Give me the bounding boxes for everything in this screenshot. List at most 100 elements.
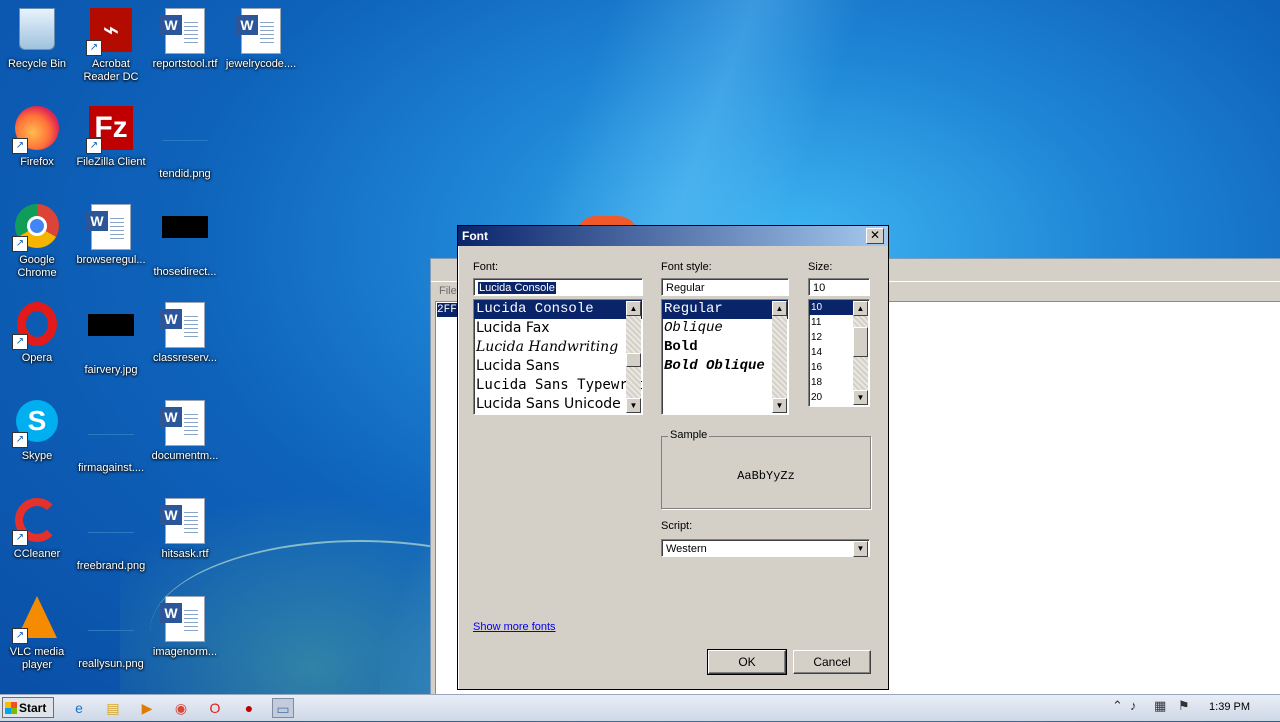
desktop-icon-skype[interactable]: S ↗ Skype [0, 400, 74, 463]
desktop-icon-vlc[interactable]: ↗ VLC media player [0, 596, 74, 672]
font-style-item[interactable]: Bold [662, 338, 788, 357]
word-document-icon: W [160, 498, 205, 544]
scroll-up-icon[interactable]: ▲ [853, 301, 868, 316]
word-document-icon: W [86, 204, 131, 250]
desktop-icon-fairvery[interactable]: fairvery.jpg [74, 302, 148, 377]
font-list[interactable]: Lucida Console Lucida Fax Lucida Handwri… [473, 299, 643, 415]
font-style-item[interactable]: Oblique [662, 319, 788, 338]
image-file-icon [88, 314, 134, 336]
font-style-label: Font style: [661, 261, 712, 273]
desktop-icon-documentm[interactable]: W documentm... [148, 400, 222, 463]
desktop-icon-imagenorm[interactable]: W imagenorm... [148, 596, 222, 659]
font-style-item[interactable]: Bold Oblique [662, 357, 788, 376]
desktop-icon-hitsask[interactable]: W hitsask.rtf [148, 498, 222, 561]
volume-icon[interactable]: ♪ [1130, 698, 1137, 713]
font-list-item[interactable]: Lucida Sans Unicode [474, 395, 642, 414]
font-style-list[interactable]: Regular Oblique Bold Bold Oblique ▲ ▼ [661, 299, 789, 415]
cancel-button[interactable]: Cancel [793, 650, 871, 674]
scroll-up-icon[interactable]: ▲ [626, 301, 641, 316]
font-style-item[interactable]: Regular [662, 300, 788, 319]
scrollbar-thumb[interactable] [626, 353, 641, 367]
font-list-item[interactable]: Lucida Handwriting [474, 338, 642, 357]
font-name-input[interactable]: Lucida Console [473, 278, 643, 296]
start-label: Start [19, 701, 47, 715]
font-list-item[interactable]: Lucida Fax [474, 319, 642, 338]
image-file-icon [88, 412, 134, 435]
desktop-icon-opera[interactable]: ↗ Opera [0, 302, 74, 365]
font-style-scrollbar[interactable]: ▲ ▼ [772, 301, 787, 413]
clock[interactable]: 1:39 PM [1209, 701, 1250, 713]
desktop-icon-filezilla[interactable]: Fz ↗ FileZilla Client [74, 106, 148, 169]
desktop-icon-reallysun[interactable]: reallysun.png [74, 596, 148, 671]
chevron-down-icon[interactable]: ▼ [853, 541, 868, 557]
media-player-icon[interactable]: ▶ [136, 698, 158, 718]
desktop-icon-label: FileZilla Client [76, 156, 146, 168]
desktop-icon-label: VLC media player [9, 646, 65, 671]
desktop-icon-ccleaner[interactable]: ↗ CCleaner [0, 498, 74, 561]
desktop-icon-firmagainst[interactable]: firmagainst.... [74, 400, 148, 475]
font-list-item[interactable]: Lucida Console [474, 300, 642, 319]
desktop-icon-acrobat[interactable]: ⌁ ↗ Acrobat Reader DC [74, 8, 148, 84]
desktop-icon-label: Recycle Bin [7, 58, 67, 70]
desktop-icon-browseregul[interactable]: W browseregul... [74, 204, 148, 267]
desktop-icon-chrome[interactable]: ↗ Google Chrome [0, 204, 74, 280]
image-file-icon [88, 608, 134, 631]
font-list-scrollbar[interactable]: ▲ ▼ [626, 301, 641, 413]
size-item[interactable]: 10 [809, 300, 853, 315]
script-select[interactable]: Western ▼ [661, 539, 870, 557]
close-button[interactable]: ✕ [866, 228, 884, 244]
font-name-value: Lucida Console [478, 282, 556, 294]
notepad-taskbar-icon[interactable]: ▭ [272, 698, 294, 718]
desktop-icon-thosedirect[interactable]: thosedirect... [148, 204, 222, 279]
desktop-icon-label: freebrand.png [76, 560, 146, 572]
ok-button[interactable]: OK [707, 649, 787, 675]
sample-text: AaBbYyZz [737, 469, 795, 483]
desktop-icon-jewelrycode[interactable]: W jewelrycode.... [224, 8, 298, 71]
scroll-down-icon[interactable]: ▼ [853, 390, 868, 405]
desktop-icon-label: Skype [21, 450, 53, 462]
size-label: Size: [808, 261, 833, 273]
desktop-icon-label: Firefox [20, 156, 54, 168]
network-icon[interactable]: ▦ [1154, 698, 1166, 714]
desktop-icon-label: fairvery.jpg [84, 364, 138, 376]
desktop-icon-classreserv[interactable]: W classreserv... [148, 302, 222, 365]
word-document-icon: W [160, 302, 205, 348]
size-list[interactable]: 10 11 12 14 16 18 20 ▲ ▼ [808, 299, 870, 407]
desktop-icon-label: classreserv... [153, 352, 217, 364]
shortcut-arrow-icon: ↗ [12, 236, 28, 252]
show-more-fonts-link[interactable]: Show more fonts [473, 621, 556, 633]
desktop-icon-tendid[interactable]: tendid.png [148, 106, 222, 181]
action-center-flag-icon[interactable]: ⚑ [1178, 698, 1190, 714]
font-style-input[interactable]: Regular [661, 278, 789, 296]
security-app-icon[interactable]: ● [238, 698, 260, 718]
scrollbar-thumb[interactable] [853, 327, 868, 357]
desktop-icon-recycle-bin[interactable]: Recycle Bin [0, 8, 74, 71]
font-dialog[interactable]: Font ✕ Font: Lucida Console Lucida Conso… [457, 225, 889, 690]
font-list-item[interactable]: Lucida Sans Typewriter [474, 376, 642, 395]
desktop-icon-label: Google Chrome [17, 254, 57, 279]
show-hidden-icons-icon[interactable]: ⌃ [1112, 698, 1123, 714]
internet-explorer-icon[interactable]: e [68, 698, 90, 718]
size-list-scrollbar[interactable]: ▲ ▼ [853, 301, 868, 405]
desktop-icon-label: reallysun.png [78, 658, 144, 670]
word-document-icon: W [160, 596, 205, 642]
chrome-taskbar-icon[interactable]: ◉ [170, 698, 192, 718]
scroll-down-icon[interactable]: ▼ [626, 398, 641, 413]
desktop-icon-label: tendid.png [159, 168, 211, 180]
desktop-icon-label: thosedirect... [153, 266, 217, 278]
opera-taskbar-icon[interactable]: O [204, 698, 226, 718]
desktop-icon-label: jewelrycode.... [225, 58, 297, 70]
desktop-icon-freebrand[interactable]: freebrand.png [74, 498, 148, 573]
font-list-item[interactable]: Lucida Sans [474, 357, 642, 376]
desktop-icon-label: Opera [21, 352, 53, 364]
scroll-up-icon[interactable]: ▲ [772, 301, 787, 316]
scroll-down-icon[interactable]: ▼ [772, 398, 787, 413]
desktop-icon-firefox[interactable]: ↗ Firefox [0, 106, 74, 169]
sample-label: Sample [668, 429, 710, 441]
folder-icon[interactable]: ▤ [102, 698, 124, 718]
shortcut-arrow-icon: ↗ [12, 432, 28, 448]
desktop-icon-reportstool[interactable]: W reportstool.rtf [148, 8, 222, 71]
size-input[interactable]: 10 [808, 278, 870, 296]
font-dialog-title[interactable]: Font [458, 226, 888, 246]
start-button[interactable]: Start [2, 697, 54, 718]
